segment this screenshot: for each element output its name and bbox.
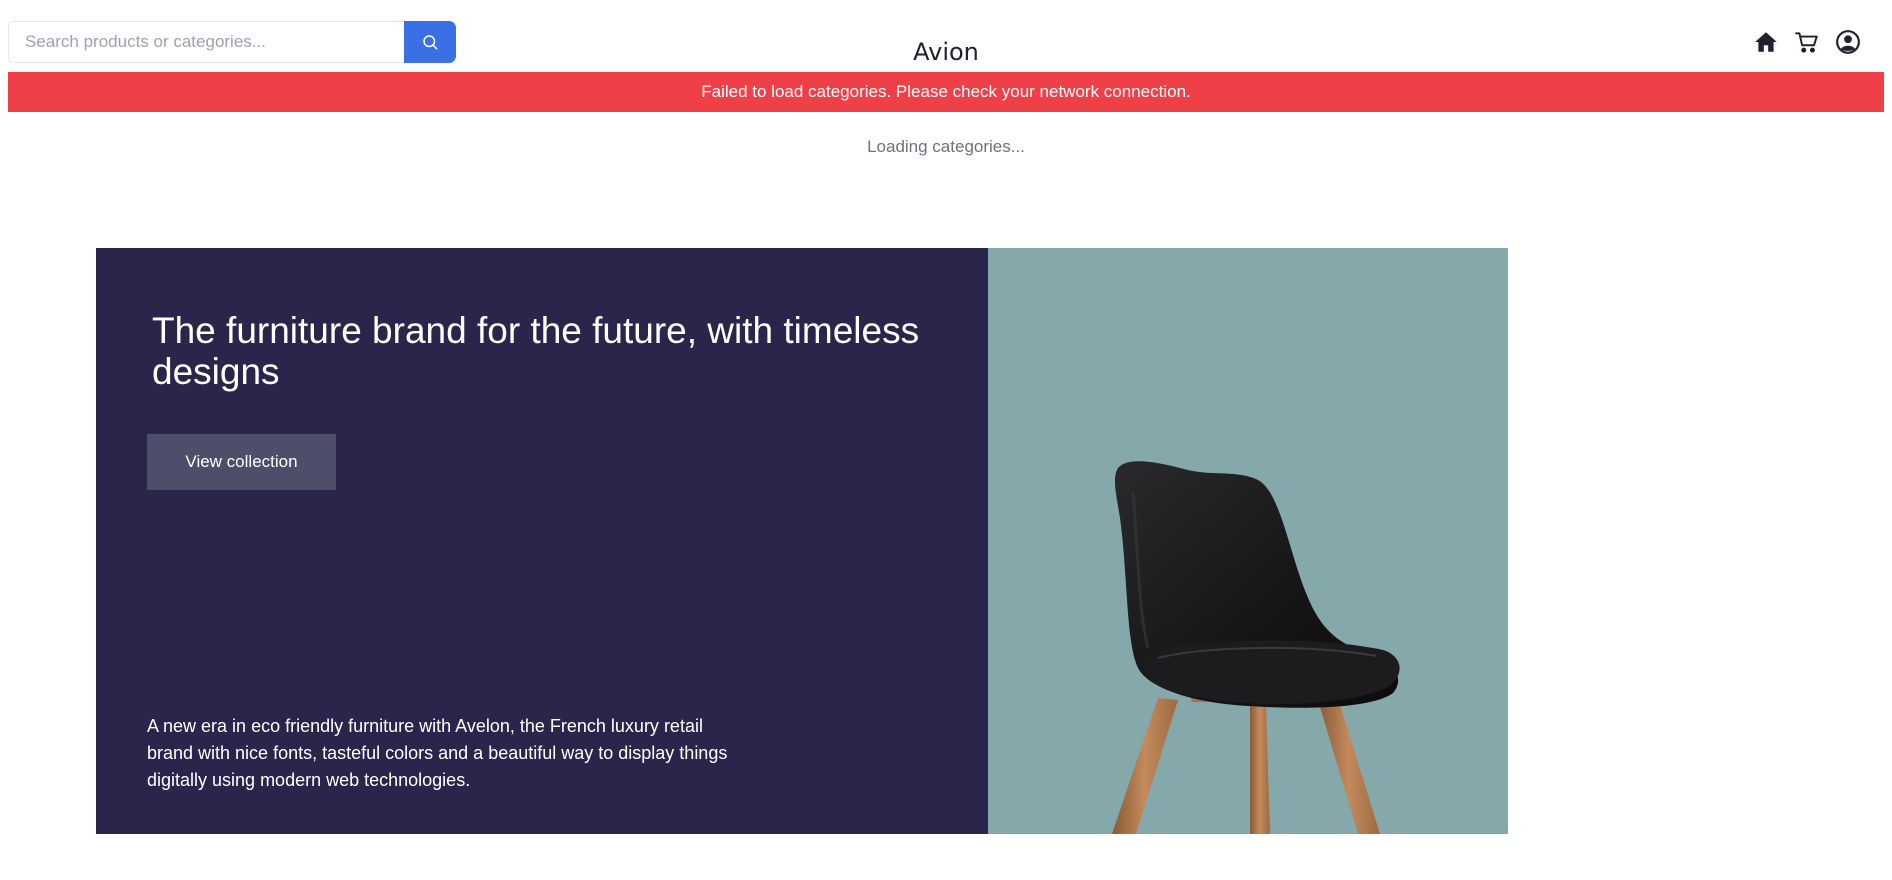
user-account-icon xyxy=(1836,30,1860,54)
categories-loading-text: Loading categories... xyxy=(867,137,1025,156)
hero-title: The furniture brand for the future, with… xyxy=(152,310,920,392)
hero-content: The furniture brand for the future, with… xyxy=(96,248,988,834)
hero-image xyxy=(988,248,1508,834)
hero-section: The furniture brand for the future, with… xyxy=(96,248,1508,834)
hero-description: A new era in eco friendly furniture with… xyxy=(147,716,728,790)
header-nav xyxy=(1752,28,1892,58)
cart-link[interactable] xyxy=(1793,28,1821,56)
chair-image xyxy=(1112,461,1400,834)
account-link[interactable] xyxy=(1834,28,1862,56)
cart-icon xyxy=(1795,32,1818,53)
home-icon xyxy=(1755,32,1777,52)
home-link[interactable] xyxy=(1752,28,1780,56)
brand-logo[interactable]: Avion xyxy=(0,36,1892,68)
error-alert: Failed to load categories. Please check … xyxy=(8,72,1884,112)
view-collection-button[interactable]: View collection xyxy=(147,434,336,490)
site-header: Avion xyxy=(0,0,1892,72)
